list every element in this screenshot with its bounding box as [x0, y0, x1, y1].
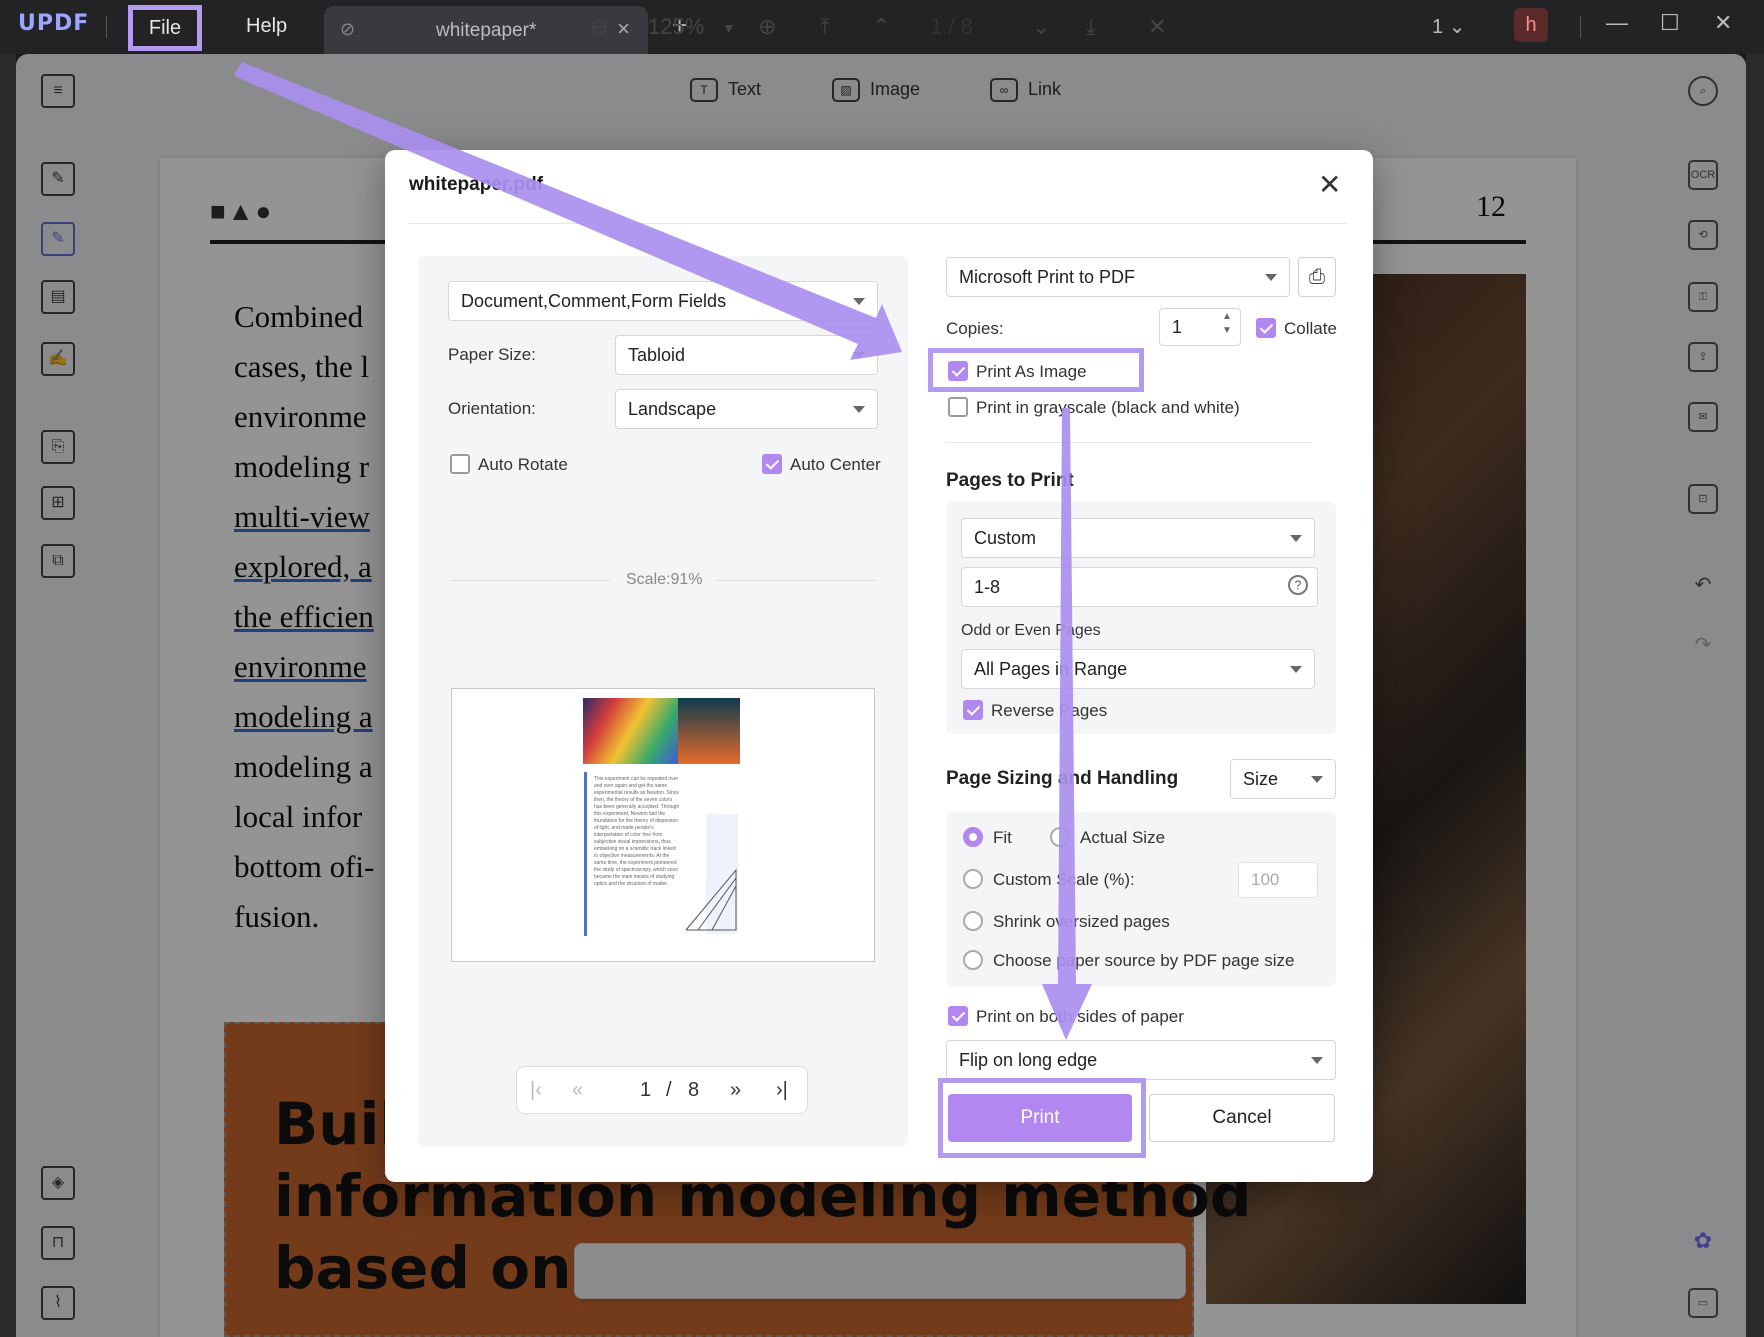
pager-next-icon[interactable]: » [730, 1079, 741, 1102]
pager-prev-icon[interactable]: « [572, 1079, 583, 1102]
sizing-mode-select[interactable]: Size [1230, 759, 1336, 799]
zoom-level[interactable]: 125% [648, 14, 704, 40]
shrink-label: Shrink oversized pages [993, 912, 1170, 931]
flip-select[interactable]: Flip on long edge [946, 1040, 1336, 1080]
custom-scale-input[interactable]: 100 [1238, 862, 1318, 898]
preview-diagram [685, 814, 738, 934]
printer-select[interactable]: Microsoft Print to PDF [946, 257, 1290, 297]
avatar[interactable]: h [1514, 8, 1548, 42]
pages-to-print-title: Pages to Print [946, 470, 1074, 491]
next-page-icon[interactable]: ⌄ [1032, 14, 1050, 40]
actual-size-label: Actual Size [1080, 828, 1166, 847]
paper-size-select[interactable]: Tabloid [615, 335, 878, 375]
pager-total: 8 [688, 1079, 700, 1101]
preview-text: This experiment can be repeated over and… [594, 776, 680, 887]
dialog-close-icon[interactable]: ✕ [1318, 168, 1341, 201]
pager-separator: / [666, 1079, 672, 1101]
dialog-divider [409, 223, 1347, 224]
grayscale-checkbox[interactable] [948, 397, 968, 417]
content-select[interactable]: Document,Comment,Form Fields [448, 281, 878, 321]
page-range-input[interactable]: 1-8 [961, 567, 1318, 607]
scale-divider-right [716, 580, 876, 581]
first-page-icon[interactable]: ⤒ [820, 14, 830, 40]
orientation-select[interactable]: Landscape [615, 389, 878, 429]
print-button[interactable]: Print [948, 1094, 1132, 1142]
tab-close-icon[interactable]: × [617, 16, 630, 42]
dialog-title: whitepaper.pdf [409, 174, 544, 195]
zoom-dropdown-icon[interactable]: ▼ [722, 20, 736, 36]
both-sides-label: Print on both sides of paper [976, 1007, 1184, 1026]
section-divider [946, 442, 1312, 443]
auto-rotate-label: Auto Rotate [478, 455, 568, 474]
window-count-value: 1 [1432, 16, 1444, 38]
auto-rotate-checkbox[interactable] [450, 454, 470, 474]
cancel-button[interactable]: Cancel [1149, 1094, 1335, 1142]
fit-label: Fit [993, 828, 1012, 847]
app-logo: UPDF [18, 11, 90, 36]
chevron-down-icon: ⌄ [1448, 16, 1466, 38]
auto-center-label: Auto Center [790, 455, 881, 474]
help-icon[interactable]: ? [1288, 575, 1308, 595]
fit-radio[interactable] [963, 827, 983, 847]
actual-size-radio[interactable] [1050, 827, 1070, 847]
shrink-radio[interactable] [963, 911, 983, 931]
prev-page-icon[interactable]: ⌃ [872, 14, 890, 40]
orientation-label: Orientation: [448, 399, 536, 418]
zoombar-total-pages: 8 [960, 14, 973, 39]
copies-label: Copies: [946, 319, 1004, 338]
auto-center-checkbox[interactable] [762, 454, 782, 474]
window-count[interactable]: 1 ⌄ [1432, 14, 1465, 39]
printer-properties-icon[interactable]: ⎙ [1298, 257, 1336, 297]
zoom-in-icon[interactable]: ⊕ [758, 14, 776, 40]
reverse-pages-label: Reverse Pages [991, 701, 1108, 720]
odd-even-label: Odd or Even Pages [961, 622, 1101, 639]
file-menu[interactable]: File [128, 5, 202, 51]
minimize-icon[interactable]: — [1606, 10, 1628, 36]
titlebar-separator [106, 16, 107, 38]
close-zoombar-icon[interactable]: ✕ [1148, 14, 1166, 40]
grayscale-label: Print in grayscale (black and white) [976, 398, 1240, 417]
reverse-pages-checkbox[interactable] [963, 700, 983, 720]
pager-first-icon[interactable]: |‹ [530, 1079, 542, 1102]
choose-source-radio[interactable] [963, 950, 983, 970]
titlebar-separator [1580, 16, 1581, 38]
window-close-icon[interactable]: ✕ [1714, 10, 1732, 36]
cloud-off-icon: ⊘ [340, 19, 356, 39]
maximize-icon[interactable]: ☐ [1660, 10, 1680, 36]
scale-divider-left [450, 580, 610, 581]
preview-pager [516, 1066, 808, 1114]
pager-last-icon[interactable]: ›| [776, 1079, 788, 1102]
copies-stepper-icon[interactable]: ▲ ▼ [1222, 310, 1232, 338]
paper-size-label: Paper Size: [448, 345, 536, 364]
preview-accent-bar [584, 772, 587, 936]
pages-mode-select[interactable]: Custom [961, 518, 1315, 558]
custom-scale-radio[interactable] [963, 869, 983, 889]
zoom-out-icon[interactable]: ⊖ [590, 14, 608, 40]
both-sides-checkbox[interactable] [948, 1006, 968, 1026]
sizing-title: Page Sizing and Handling [946, 768, 1179, 789]
odd-even-select[interactable]: All Pages in Range [961, 649, 1315, 689]
pager-current[interactable]: 1 [640, 1079, 651, 1102]
scale-label: Scale:91% [626, 571, 703, 588]
custom-scale-label: Custom Scale (%): [993, 870, 1135, 889]
zoombar-page-separator: / [948, 14, 955, 39]
help-menu[interactable]: Help [230, 6, 303, 46]
collate-label: Collate [1284, 319, 1337, 338]
last-page-icon[interactable]: ⤓ [1086, 14, 1096, 40]
collate-checkbox[interactable] [1256, 318, 1276, 338]
preview-image-prism [583, 698, 678, 764]
preview-image-book [678, 698, 740, 764]
zoombar-page-indicator[interactable]: 1 / 8 [930, 14, 973, 40]
print-as-image-highlight [928, 348, 1144, 392]
choose-source-label: Choose paper source by PDF page size [993, 951, 1295, 970]
zoombar-current-page: 1 [930, 14, 943, 39]
tab-title: whitepaper* [436, 20, 537, 41]
